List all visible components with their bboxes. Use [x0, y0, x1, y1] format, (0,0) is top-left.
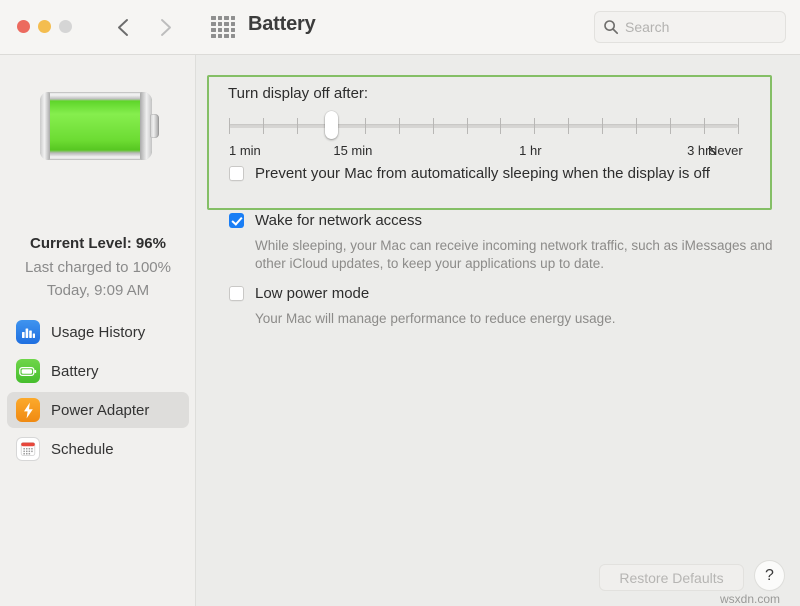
current-level-text: Current Level: 96%: [30, 235, 166, 252]
search-icon: [603, 19, 619, 35]
battery-terminal-nub: [150, 114, 159, 138]
prevent-sleep-checkbox[interactable]: [229, 166, 244, 181]
page-title: Battery: [248, 13, 316, 35]
search-field[interactable]: [594, 11, 786, 43]
sidebar-item-power-adapter[interactable]: Power Adapter: [7, 392, 189, 428]
zoom-button[interactable]: [59, 20, 72, 33]
low-power-checkbox[interactable]: [229, 286, 244, 301]
slider-thumb[interactable]: [324, 111, 338, 139]
lightning-bolt-icon: [16, 398, 40, 422]
slider-label: Never: [708, 143, 743, 158]
grid-dot: [211, 16, 216, 20]
grid-dot: [217, 22, 222, 26]
grid-dot: [217, 16, 222, 20]
wake-network-description: While sleeping, your Mac can receive inc…: [255, 238, 773, 271]
content-pane: Turn display off after: 1 min 15 min 1 hr 3…: [196, 55, 800, 606]
sidebar: Current Level: 96% Last charged to 100% …: [0, 55, 196, 606]
slider-tick: [738, 118, 739, 134]
calendar-icon: [16, 437, 40, 461]
last-charged-text: Last charged to 100%: [25, 259, 171, 276]
slider-tick: [568, 118, 570, 134]
minimize-button[interactable]: [38, 20, 51, 33]
grid-dot: [211, 22, 216, 26]
grid-dot: [224, 34, 229, 38]
grid-dot: [217, 28, 222, 32]
prevent-sleep-label: Prevent your Mac from automatically slee…: [255, 165, 710, 182]
grid-dot: [230, 34, 235, 38]
sidebar-item-label: Battery: [51, 362, 99, 380]
slider-tick: [602, 118, 604, 134]
slider-tick: [704, 118, 706, 134]
wake-network-checkbox-row[interactable]: Wake for network access: [229, 212, 422, 229]
prevent-sleep-checkbox-row[interactable]: Prevent your Mac from automatically slee…: [229, 165, 710, 182]
slider-label: 1 min: [229, 143, 261, 158]
slider-tick: [398, 118, 400, 134]
slider-label: 15 min: [333, 143, 373, 158]
slider-tick: [296, 118, 298, 134]
low-power-checkbox-row[interactable]: Low power mode: [229, 285, 369, 302]
low-power-description: Your Mac will manage performance to redu…: [255, 311, 616, 326]
grid-dot: [224, 22, 229, 26]
grid-dot: [217, 34, 222, 38]
watermark-text: wsxdn.com: [719, 592, 781, 606]
slider-tick: [262, 118, 264, 134]
display-sleep-slider[interactable]: [229, 111, 739, 139]
traffic-lights: [17, 20, 72, 33]
slider-tick: [364, 118, 366, 134]
slider-tick: [534, 118, 536, 134]
forward-chevron-icon[interactable]: [156, 10, 176, 44]
battery-icon: [16, 359, 40, 383]
wake-network-label: Wake for network access: [255, 212, 422, 229]
grid-dot: [211, 34, 216, 38]
grid-dot: [224, 28, 229, 32]
slider-tick: [670, 118, 672, 134]
close-button[interactable]: [17, 20, 30, 33]
slider-label: 1 hr: [519, 143, 542, 158]
grid-dot: [211, 28, 216, 32]
sidebar-item-label: Power Adapter: [51, 401, 150, 419]
sidebar-item-label: Schedule: [51, 440, 114, 458]
grid-dot: [230, 22, 235, 26]
slider-tick: [466, 118, 468, 134]
battery-full-icon: [40, 92, 160, 160]
show-all-grid-icon[interactable]: [211, 16, 235, 38]
navigation-arrows: [113, 10, 176, 44]
grid-dot: [224, 16, 229, 20]
low-power-label: Low power mode: [255, 285, 370, 302]
slider-track[interactable]: [229, 124, 738, 128]
grid-dot: [230, 16, 235, 20]
restore-defaults-button[interactable]: Restore Defaults: [599, 564, 744, 591]
sidebar-item-label: Usage History: [51, 323, 146, 341]
search-input[interactable]: [625, 19, 777, 35]
battery-preferences-window: Battery Current Level: 96% Last charged …: [0, 0, 800, 606]
wake-network-checkbox[interactable]: [229, 213, 244, 228]
window-titlebar: Battery: [0, 0, 800, 55]
help-button[interactable]: ?: [755, 561, 784, 590]
grid-dot: [230, 28, 235, 32]
sidebar-item-usage-history[interactable]: Usage History: [7, 314, 189, 350]
battery-left-cap: [40, 92, 50, 160]
sidebar-nav-list: Usage History Battery Power Adapter Sche…: [7, 314, 189, 470]
sidebar-item-schedule[interactable]: Schedule: [7, 431, 189, 467]
battery-body: [40, 92, 152, 160]
last-charged-time-text: Today, 9:09 AM: [46, 282, 150, 299]
slider-tick: [432, 118, 434, 134]
slider-tick: [636, 118, 638, 134]
slider-tick: [229, 118, 230, 134]
bar-chart-icon: [16, 320, 40, 344]
turn-display-off-label: Turn display off after:: [228, 85, 369, 102]
slider-tick: [500, 118, 502, 134]
sidebar-item-battery[interactable]: Battery: [7, 353, 189, 389]
back-chevron-icon[interactable]: [113, 10, 133, 44]
